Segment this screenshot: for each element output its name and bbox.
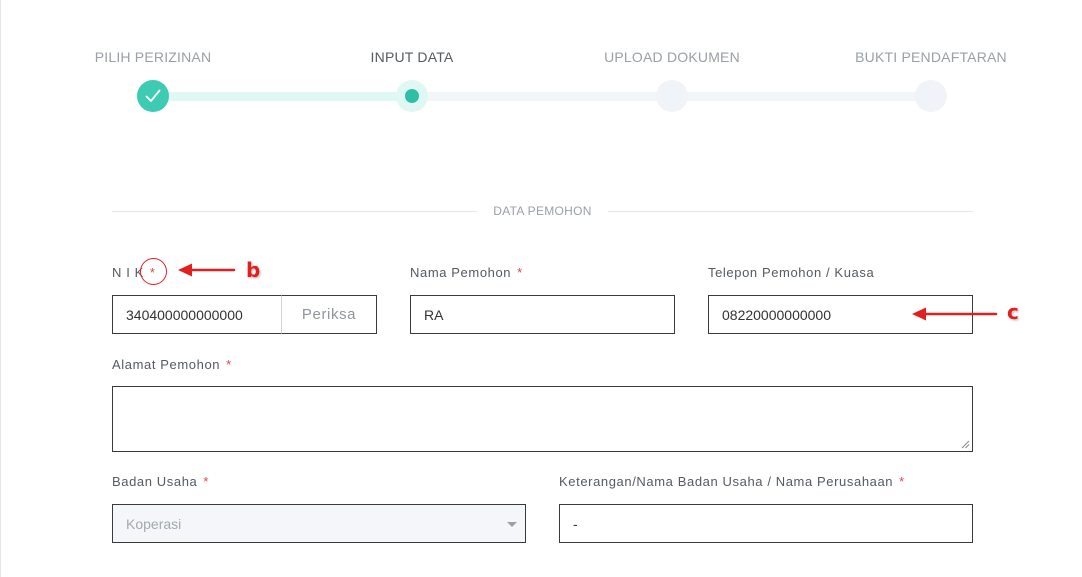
current-step-indicator xyxy=(405,89,419,103)
annotation-label-c: c xyxy=(1007,300,1019,324)
caret-down-icon xyxy=(507,522,517,527)
badan-usaha-required-marker: * xyxy=(203,474,210,489)
annotation-arrow-c-icon xyxy=(912,307,998,321)
telepon-label: Telepon Pemohon / Kuasa xyxy=(708,265,874,280)
progress-stepper: PILIH PERIZINAN INPUT DATA UPLOAD DOKUME… xyxy=(0,0,1082,130)
step-label-upload-dokumen: UPLOAD DOKUMEN xyxy=(604,49,740,65)
alamat-textarea[interactable] xyxy=(112,386,973,452)
step-label-bukti-pendaftaran: BUKTI PENDAFTARAN xyxy=(855,49,1007,65)
keterangan-label: Keterangan/Nama Badan Usaha / Nama Perus… xyxy=(559,474,905,489)
keterangan-label-text: Keterangan/Nama Badan Usaha / Nama Perus… xyxy=(559,474,894,489)
divider-line-right xyxy=(608,211,973,212)
nama-pemohon-label-text: Nama Pemohon xyxy=(410,265,512,280)
step-label-input-data: INPUT DATA xyxy=(370,49,454,65)
section-divider: DATA PEMOHON xyxy=(112,203,973,219)
badan-usaha-label: Badan Usaha * xyxy=(112,474,209,489)
nama-pemohon-label: Nama Pemohon * xyxy=(410,265,523,280)
stepper-track-completed xyxy=(153,92,412,101)
annotation-label-b: b xyxy=(246,258,261,282)
step-label-pilih-perizinan: PILIH PERIZINAN xyxy=(94,49,212,65)
step-dot-upload-dokumen xyxy=(656,80,688,112)
keterangan-required-marker: * xyxy=(899,474,905,489)
periksa-button[interactable]: Periksa xyxy=(281,295,377,334)
step-dot-pilih-perizinan[interactable] xyxy=(137,80,169,112)
nama-pemohon-input[interactable] xyxy=(410,295,675,334)
keterangan-input[interactable] xyxy=(559,504,973,543)
check-icon xyxy=(145,89,161,102)
badan-usaha-select[interactable]: Koperasi xyxy=(112,504,526,543)
annotation-circle-nik-required xyxy=(140,258,167,285)
step-dot-bukti-pendaftaran xyxy=(915,80,947,112)
nik-input[interactable] xyxy=(112,295,282,334)
annotation-arrow-b-icon xyxy=(178,263,236,277)
step-dot-input-data[interactable] xyxy=(396,80,428,112)
nama-required-marker: * xyxy=(517,265,523,280)
alamat-label: Alamat Pemohon * xyxy=(112,357,232,372)
telepon-label-text: Telepon Pemohon / Kuasa xyxy=(708,265,875,280)
badan-usaha-selected-value: Koperasi xyxy=(126,515,182,532)
resize-grip-icon[interactable] xyxy=(961,440,970,449)
badan-usaha-label-text: Badan Usaha xyxy=(112,474,198,489)
alamat-label-text: Alamat Pemohon xyxy=(112,357,221,372)
alamat-required-marker: * xyxy=(226,357,232,372)
